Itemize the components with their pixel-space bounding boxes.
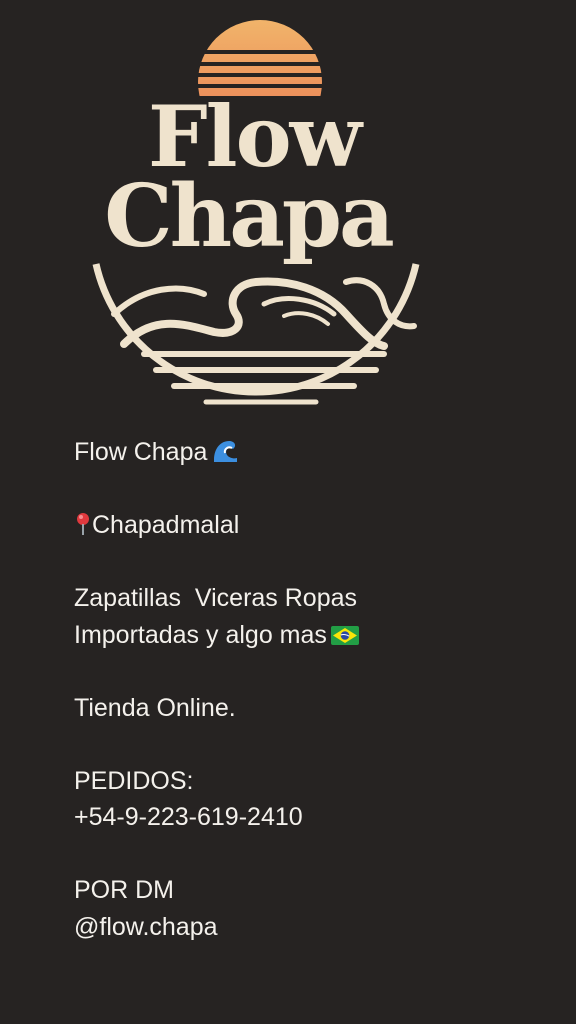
bio-location: Chapadmalal xyxy=(92,511,240,539)
bio-instagram-handle[interactable]: @flow.chapa xyxy=(74,909,554,946)
bio-title: Flow Chapa xyxy=(74,438,208,466)
bio-location-line: Chapadmalal xyxy=(74,507,554,544)
bio-title-line: Flow Chapa xyxy=(74,434,554,471)
bio-products-line-1: Zapatillas Viceras Ropas xyxy=(74,584,358,612)
profile-bio: Flow Chapa Chapadmalal Zapatillas Vicera… xyxy=(74,434,554,945)
brazil-flag-icon xyxy=(330,625,359,645)
bio-orders-label: PEDIDOS: xyxy=(74,766,194,795)
bio-products-line-2: Importadas y algo mas xyxy=(74,620,327,649)
bio-products-line-2-wrap: Importadas y algo mas xyxy=(74,617,554,654)
bio-store-type: Tienda Online. xyxy=(74,693,236,722)
bio-dm-label: POR DM xyxy=(74,876,174,904)
logo-word-chapa: Chapa xyxy=(104,166,393,267)
ocean-wave-icon xyxy=(111,277,417,405)
water-wave-icon xyxy=(214,441,238,462)
flow-chapa-logo: Flow Chapa xyxy=(92,20,420,405)
bio-phone-number[interactable]: +54-9-223-619-2410 xyxy=(74,799,554,836)
round-pushpin-icon xyxy=(77,513,89,535)
